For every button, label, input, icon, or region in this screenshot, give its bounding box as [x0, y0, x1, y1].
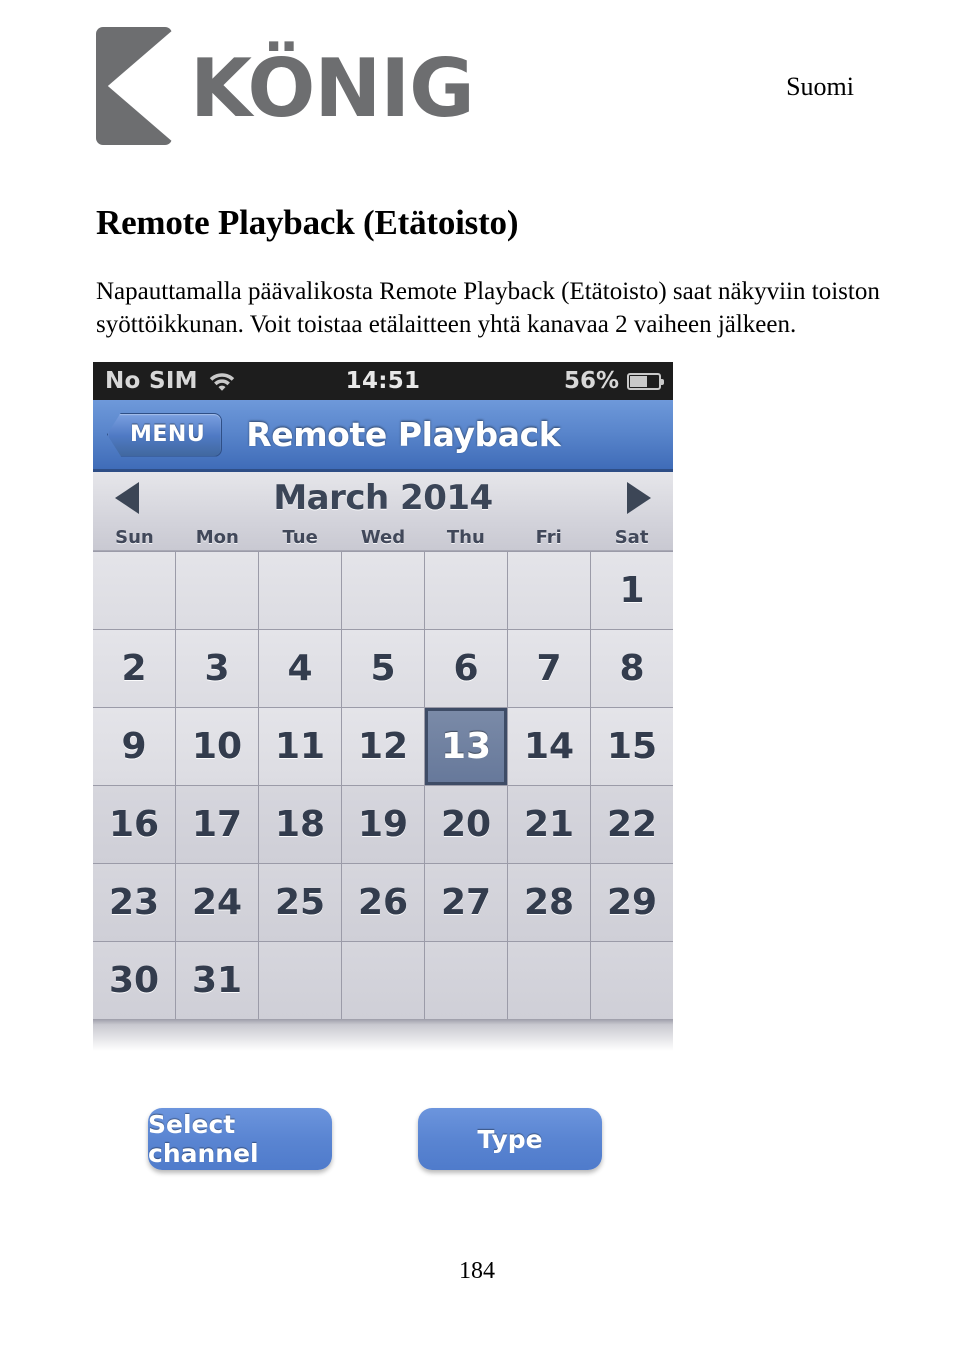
- calendar-day-cell[interactable]: 17: [176, 786, 258, 863]
- calendar-day-cell[interactable]: 20: [425, 786, 507, 863]
- battery-icon: [627, 372, 664, 390]
- calendar-weekday-sun: Sun: [115, 526, 154, 548]
- type-button[interactable]: Type: [418, 1108, 602, 1170]
- calendar-empty-cell: [342, 942, 424, 1019]
- calendar-empty-cell: [425, 552, 507, 629]
- phone-screenshot: No SIM 14:51 56% MENU Remote Playback Ma…: [93, 362, 673, 1052]
- calendar-day-cell[interactable]: 28: [508, 864, 590, 941]
- calendar-day-cell[interactable]: 23: [93, 864, 175, 941]
- logo-shape-bottom: [96, 83, 172, 145]
- calendar-day-cell[interactable]: 25: [259, 864, 341, 941]
- calendar-day-cell[interactable]: 3: [176, 630, 258, 707]
- battery-percent-label: 56%: [563, 368, 619, 394]
- calendar-day-cell[interactable]: 21: [508, 786, 590, 863]
- logo-shape-top: [96, 27, 172, 89]
- calendar-day-cell[interactable]: 6: [425, 630, 507, 707]
- calendar-day-cell[interactable]: 1: [591, 552, 673, 629]
- action-button-row: Select channel Type: [0, 1100, 954, 1180]
- select-channel-button[interactable]: Select channel: [148, 1108, 332, 1170]
- calendar-empty-cell: [342, 552, 424, 629]
- triangle-left-icon[interactable]: [115, 482, 139, 514]
- calendar-weekday-thu: Thu: [446, 526, 485, 548]
- calendar-month-label: March 2014: [273, 478, 493, 518]
- calendar-day-grid: 1 2 3 4 5 6 7 8 9 10 11 12 13 14 15 16 17 18 19 20 21 22 23 24 2…: [93, 551, 673, 1019]
- calendar-weekday-wed: Wed: [360, 526, 406, 548]
- calendar-day-cell[interactable]: 27: [425, 864, 507, 941]
- calendar-day-cell[interactable]: 30: [93, 942, 175, 1019]
- menu-back-button[interactable]: MENU: [107, 412, 223, 457]
- app-nav-bar: MENU Remote Playback: [93, 400, 673, 472]
- calendar-day-cell[interactable]: 16: [93, 786, 175, 863]
- calendar-empty-cell: [591, 942, 673, 1019]
- calendar-month-bar: March 2014: [93, 472, 673, 524]
- konig-logo-mark-icon: [96, 27, 172, 145]
- calendar-weekday-fri: Fri: [535, 526, 562, 548]
- brand-logo: KÖNIG: [96, 26, 475, 146]
- calendar-empty-cell: [93, 552, 175, 629]
- calendar-day-cell[interactable]: 24: [176, 864, 258, 941]
- page-header: KÖNIG Suomi: [0, 0, 954, 160]
- calendar-day-cell[interactable]: 29: [591, 864, 673, 941]
- calendar-day-cell[interactable]: 11: [259, 708, 341, 785]
- language-label: Suomi: [786, 72, 854, 101]
- calendar-widget: March 2014 Sun Mon Tue Wed Thu Fri Sat 1234567…: [93, 472, 673, 1051]
- page-title: Remote Playback (Etätoisto): [96, 203, 519, 243]
- status-bar: No SIM 14:51 56%: [93, 362, 673, 400]
- calendar-empty-cell: [508, 942, 590, 1019]
- calendar-empty-cell: [176, 552, 258, 629]
- calendar-weekday-tue: Tue: [282, 526, 318, 548]
- calendar-day-cell[interactable]: 2: [93, 630, 175, 707]
- triangle-right-icon[interactable]: [627, 482, 651, 514]
- calendar-day-cell[interactable]: 19: [342, 786, 424, 863]
- battery-fill: [630, 375, 647, 387]
- brand-wordmark: KÖNIG: [190, 42, 475, 135]
- calendar-weekday-header: Sun Mon Tue Wed Thu Fri Sat: [93, 524, 673, 551]
- calendar-empty-cell: [508, 552, 590, 629]
- calendar-day-cell[interactable]: 8: [591, 630, 673, 707]
- calendar-day-cell[interactable]: 12: [342, 708, 424, 785]
- calendar-empty-cell: [259, 552, 341, 629]
- calendar-day-cell[interactable]: 9: [93, 708, 175, 785]
- calendar-weekday-mon: Mon: [195, 526, 239, 548]
- calendar-day-cell[interactable]: 18: [259, 786, 341, 863]
- body-paragraph: Napauttamalla päävalikosta Remote Playba…: [96, 278, 880, 338]
- page-number: 184: [459, 1258, 495, 1284]
- nav-bar-title: Remote Playback: [246, 415, 561, 454]
- calendar-day-cell[interactable]: 5: [342, 630, 424, 707]
- calendar-day-cell[interactable]: 15: [591, 708, 673, 785]
- calendar-day-cell[interactable]: 31: [176, 942, 258, 1019]
- calendar-day-cell[interactable]: 10: [176, 708, 258, 785]
- status-bar-right: 56%: [563, 368, 664, 394]
- calendar-day-cell[interactable]: 22: [591, 786, 673, 863]
- calendar-day-cell[interactable]: 14: [508, 708, 590, 785]
- calendar-day-cell[interactable]: 7: [508, 630, 590, 707]
- calendar-empty-cell: [259, 942, 341, 1019]
- calendar-day-cell[interactable]: 26: [342, 864, 424, 941]
- calendar-empty-cell: [425, 942, 507, 1019]
- calendar-bottom-fade: [93, 1019, 673, 1051]
- menu-back-button-label: MENU: [130, 422, 206, 447]
- calendar-day-cell[interactable]: 4: [259, 630, 341, 707]
- calendar-weekday-sat: Sat: [614, 526, 649, 548]
- calendar-day-cell[interactable]: 13: [425, 708, 507, 785]
